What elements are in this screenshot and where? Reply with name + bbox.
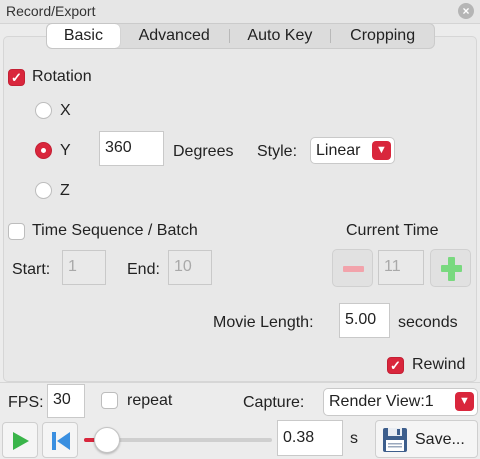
style-select-value: Linear (316, 142, 361, 159)
chevron-down-icon: ▼ (455, 392, 474, 411)
time-slider[interactable] (84, 427, 272, 453)
time-sequence-label: Time Sequence / Batch (32, 222, 198, 239)
style-label: Style: (257, 143, 298, 160)
axis-y-radio[interactable] (35, 142, 52, 159)
repeat-label: repeat (127, 392, 173, 409)
fps-input[interactable]: 30 (47, 384, 85, 418)
rotation-checkbox[interactable]: ✓ (8, 69, 25, 86)
start-input[interactable]: 1 (62, 250, 106, 285)
degrees-input[interactable]: 360 (99, 131, 164, 166)
axis-z-label: Z (60, 182, 70, 199)
chevron-down-icon: ▼ (372, 141, 391, 160)
window-title: Record/Export (6, 3, 96, 19)
rotation-label: Rotation (32, 68, 92, 85)
movie-length-unit: seconds (398, 314, 458, 331)
play-button[interactable] (2, 422, 38, 458)
capture-select[interactable]: Render View:1 ▼ (323, 388, 478, 416)
repeat-checkbox[interactable] (101, 392, 118, 409)
degrees-label: Degrees (173, 143, 234, 160)
movie-length-label: Movie Length: (213, 314, 314, 331)
axis-x-label: X (60, 102, 71, 119)
rewind-checkbox[interactable]: ✓ (387, 357, 404, 374)
rewind-label: Rewind (412, 356, 466, 373)
start-label: Start: (12, 261, 51, 278)
current-time-decrement-button[interactable] (332, 249, 373, 287)
skip-to-start-button[interactable] (42, 422, 78, 458)
current-time-label: Current Time (346, 222, 439, 239)
axis-z-radio[interactable] (35, 182, 52, 199)
tab-basic[interactable]: Basic (47, 24, 120, 48)
play-icon (13, 432, 29, 450)
capture-label: Capture: (243, 394, 305, 411)
time-slider-thumb[interactable] (94, 427, 120, 453)
end-label: End: (127, 261, 160, 278)
axis-x-radio[interactable] (35, 102, 52, 119)
basic-tab-panel: ✓ Rotation X Y 360 Degrees Style: Linear… (3, 36, 477, 382)
tab-advanced[interactable]: Advanced (120, 24, 229, 48)
time-unit-label: s (350, 430, 358, 447)
time-sequence-checkbox[interactable] (8, 223, 25, 240)
skip-to-start-icon (52, 432, 70, 450)
title-bar: Record/Export × (0, 0, 480, 24)
axis-y-label: Y (60, 142, 71, 159)
floppy-disk-icon (383, 428, 407, 452)
tab-bar: Basic Advanced Auto Key Cropping (46, 23, 435, 49)
tab-cropping[interactable]: Cropping (331, 24, 434, 48)
current-time-increment-button[interactable] (430, 249, 471, 287)
tab-auto-key[interactable]: Auto Key (230, 24, 331, 48)
movie-length-input[interactable]: 5.00 (339, 303, 390, 338)
plus-icon (441, 257, 462, 281)
current-time-input[interactable]: 11 (378, 250, 424, 285)
save-button[interactable]: Save... (375, 420, 478, 458)
fps-label: FPS: (8, 394, 44, 411)
bottom-controls: FPS: 30 repeat Capture: Render View:1 ▼ … (0, 382, 480, 459)
minus-icon (343, 266, 364, 272)
capture-select-value: Render View:1 (329, 393, 434, 410)
time-input[interactable]: 0.38 (277, 420, 343, 456)
save-button-label: Save... (415, 431, 465, 448)
end-input[interactable]: 10 (168, 250, 212, 285)
style-select[interactable]: Linear ▼ (310, 137, 395, 164)
close-icon[interactable]: × (458, 3, 474, 19)
